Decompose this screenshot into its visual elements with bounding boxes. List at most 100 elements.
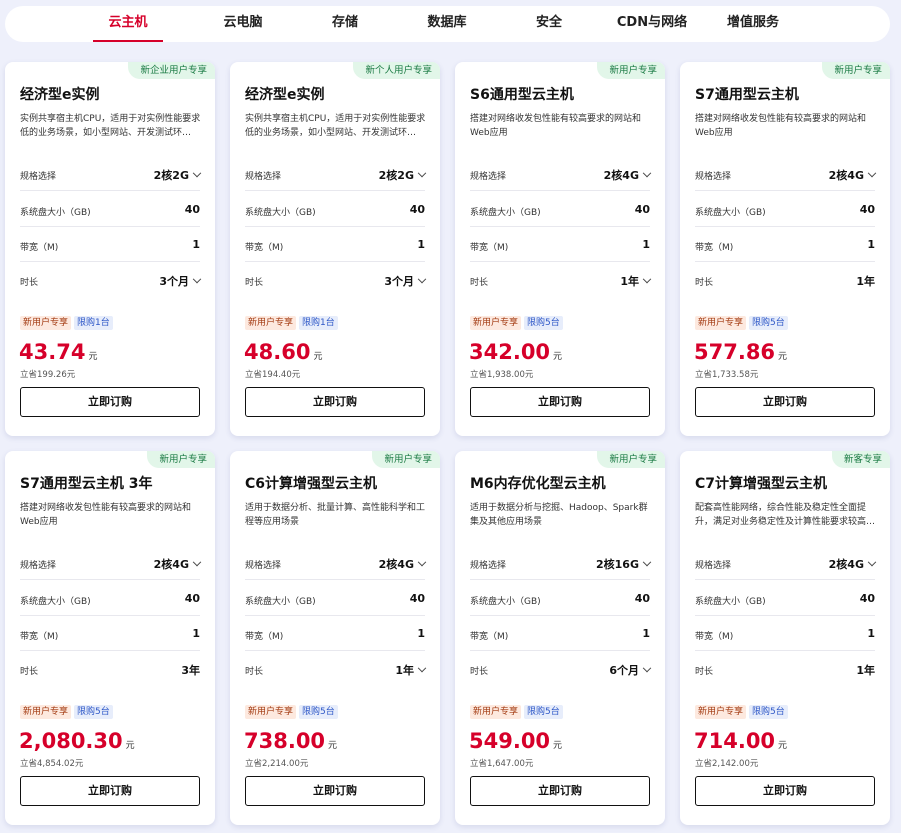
spec-label: 规格选择	[20, 561, 57, 571]
tab-5[interactable]: CDN与网络	[612, 6, 692, 42]
badge-group: 新用户专享 限购1台	[245, 316, 341, 330]
duration-label: 时长	[695, 278, 714, 288]
promo-corner-tag: 新企业用户专享	[128, 62, 215, 79]
price-unit: 元	[88, 352, 98, 362]
purchase-limit-badge: 限购5台	[74, 705, 113, 719]
spec-label: 规格选择	[695, 172, 732, 182]
price-unit: 元	[778, 741, 788, 751]
bandwidth-row: 带宽（M) 1	[695, 616, 875, 651]
duration-select[interactable]: 1年	[395, 662, 427, 678]
savings-text: 立省1,938.00元	[470, 370, 534, 380]
price-value: 342.00	[469, 340, 551, 364]
chevron-down-icon	[192, 168, 202, 178]
buy-now-button[interactable]: 立即订购	[470, 776, 650, 806]
product-card-1: 新企业用户专享 经济型e实例 实例共享宿主机CPU，适用于对实例性能要求低的业务…	[5, 62, 215, 436]
price-value: 577.86	[694, 340, 776, 364]
bandwidth-label: 带宽（M)	[20, 632, 59, 642]
product-card-8: 新客专享 C7计算增强型云主机 配套高性能网络，综合性能及稳定性全面提升，满足对…	[680, 451, 890, 825]
spec-value: 2核4G	[153, 558, 189, 571]
duration-select[interactable]: 3个月	[159, 273, 202, 289]
product-card-6: 新用户专享 C6计算增强型云主机 适用于数据分析、批量计算、高性能科学和工程等应…	[230, 451, 440, 825]
product-title: C7计算增强型云主机	[695, 476, 828, 492]
spec-label: 规格选择	[470, 561, 507, 571]
purchase-limit-badge: 限购5台	[749, 705, 788, 719]
duration-row: 时长 3个月	[245, 262, 427, 297]
chevron-down-icon	[417, 168, 427, 178]
disk-label: 系统盘大小（GB)	[245, 208, 316, 218]
bandwidth-value: 1	[642, 238, 650, 251]
disk-label: 系统盘大小（GB)	[470, 597, 541, 607]
spec-label: 规格选择	[470, 172, 507, 182]
spec-select[interactable]: 2核16G	[596, 556, 652, 572]
bandwidth-label: 带宽（M)	[245, 243, 284, 253]
chevron-down-icon	[417, 663, 427, 673]
buy-now-button[interactable]: 立即订购	[470, 387, 650, 417]
disk-row: 系统盘大小（GB) 40	[20, 192, 200, 227]
badge-group: 新用户专享 限购1台	[20, 316, 116, 330]
tab-3[interactable]: 数据库	[421, 6, 473, 42]
purchase-limit-badge: 限购5台	[749, 316, 788, 330]
disk-value: 40	[634, 592, 650, 605]
tab-2[interactable]: 存储	[325, 6, 365, 42]
bandwidth-row: 带宽（M) 1	[470, 616, 650, 651]
disk-value: 40	[859, 203, 875, 216]
spec-select[interactable]: 2核4G	[829, 556, 877, 572]
tab-0[interactable]: 云主机	[93, 6, 163, 42]
duration-select[interactable]: 6个月	[609, 662, 652, 678]
buy-now-button[interactable]: 立即订购	[20, 387, 200, 417]
spec-select[interactable]: 2核2G	[378, 167, 427, 183]
spec-select[interactable]: 2核4G	[153, 556, 202, 572]
disk-row: 系统盘大小（GB) 40	[695, 581, 875, 616]
duration-select[interactable]: 1年	[856, 273, 875, 289]
price: 48.60 元	[244, 340, 322, 369]
chevron-down-icon	[192, 557, 202, 567]
spec-select[interactable]: 2核4G	[379, 556, 427, 572]
buy-now-button[interactable]: 立即订购	[695, 387, 875, 417]
duration-label: 时长	[20, 278, 39, 288]
bandwidth-value: 1	[867, 238, 875, 251]
new-user-badge: 新用户专享	[695, 316, 747, 330]
price-value: 2,080.30	[19, 729, 123, 753]
purchase-limit-badge: 限购5台	[524, 316, 563, 330]
promo-corner-tag: 新客专享	[831, 451, 890, 468]
tab-6[interactable]: 增值服务	[721, 6, 785, 42]
buy-now-button[interactable]: 立即订购	[245, 387, 425, 417]
duration-select[interactable]: 1年	[620, 273, 652, 289]
buy-now-button[interactable]: 立即订购	[245, 776, 425, 806]
price-value: 714.00	[694, 729, 776, 753]
buy-now-button[interactable]: 立即订购	[695, 776, 875, 806]
spec-row: 规格选择 2核4G	[695, 156, 877, 191]
bandwidth-value: 1	[867, 627, 875, 640]
tab-1[interactable]: 云电脑	[213, 6, 273, 42]
duration-label: 时长	[470, 278, 489, 288]
duration-value: 1年	[620, 275, 639, 288]
duration-value: 1年	[856, 275, 875, 288]
spec-select[interactable]: 2核2G	[153, 167, 202, 183]
bandwidth-value: 1	[192, 627, 200, 640]
tab-4[interactable]: 安全	[529, 6, 569, 42]
chevron-down-icon	[642, 663, 652, 673]
product-card-7: 新用户专享 M6内存优化型云主机 适用于数据分析与挖掘、Hadoop、Spark…	[455, 451, 665, 825]
chevron-down-icon	[867, 557, 877, 567]
purchase-limit-badge: 限购1台	[299, 316, 338, 330]
spec-value: 2核2G	[378, 169, 414, 182]
spec-select[interactable]: 2核4G	[603, 167, 652, 183]
new-user-badge: 新用户专享	[245, 705, 297, 719]
buy-now-button[interactable]: 立即订购	[20, 776, 200, 806]
duration-select[interactable]: 1年	[856, 662, 875, 678]
bandwidth-value: 1	[642, 627, 650, 640]
badge-group: 新用户专享 限购5台	[470, 316, 566, 330]
duration-select[interactable]: 3个月	[384, 273, 427, 289]
spec-select[interactable]: 2核4G	[829, 167, 877, 183]
price: 738.00 元	[244, 729, 337, 758]
product-title: 经济型e实例	[20, 87, 100, 103]
price: 714.00 元	[694, 729, 787, 758]
savings-text: 立省1,647.00元	[470, 759, 534, 769]
product-title: S7通用型云主机 3年	[20, 476, 153, 492]
chevron-down-icon	[642, 168, 652, 178]
spec-value: 2核2G	[153, 169, 189, 182]
bandwidth-row: 带宽（M) 1	[695, 227, 875, 262]
price-value: 549.00	[469, 729, 551, 753]
spec-value: 2核4G	[603, 169, 639, 182]
duration-select[interactable]: 3年	[181, 662, 200, 678]
